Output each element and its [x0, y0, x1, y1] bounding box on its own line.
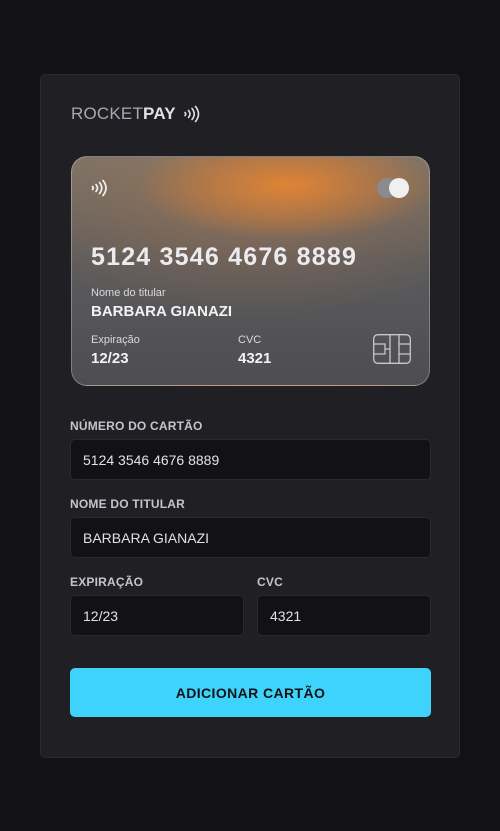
mastercard-icon — [377, 178, 411, 198]
cvc-caption: CVC — [238, 334, 262, 346]
card-number-input[interactable]: 5124 3546 4676 8889 — [70, 439, 431, 480]
holder-name-label: NOME DO TITULAR — [70, 497, 185, 511]
cvc-label: CVC — [257, 575, 283, 589]
contactless-icon — [90, 177, 110, 204]
logo-text-rocket: ROCKET — [71, 104, 144, 123]
rocketpay-logo: ROCKET PAY — [71, 103, 201, 125]
expiry-display: 12/23 — [91, 350, 129, 367]
credit-card-preview: 5124 3546 4676 8889 Nome do titular BARB… — [71, 156, 430, 386]
add-card-panel: ROCKET PAY 5124 3546 4676 8889 Nome do t… — [40, 74, 460, 758]
holder-display: BARBARA GIANAZI — [91, 303, 233, 320]
logo-text-pay: PAY — [143, 104, 176, 123]
holder-caption: Nome do titular — [91, 287, 166, 299]
expiry-label: EXPIRAÇÃO — [70, 575, 144, 589]
cvc-input-value: 4321 — [270, 607, 302, 624]
contactless-icon — [183, 104, 201, 124]
add-card-button[interactable]: ADICIONAR CARTÃO — [70, 668, 431, 717]
holder-name-input[interactable]: BARBARA GIANAZI — [70, 517, 431, 558]
card-number-label: NÚMERO DO CARTÃO — [70, 419, 203, 433]
expiry-input[interactable]: 12/23 — [70, 595, 244, 636]
holder-name-input-value: BARBARA GIANAZI — [83, 529, 210, 546]
expiry-input-value: 12/23 — [83, 607, 119, 624]
card-number-input-value: 5124 3546 4676 8889 — [83, 451, 220, 468]
card-number-display: 5124 3546 4676 8889 — [91, 243, 358, 271]
card-chip-icon — [373, 334, 411, 369]
cvc-display: 4321 — [238, 350, 272, 367]
expiry-caption: Expiração — [91, 334, 140, 346]
cvc-input[interactable]: 4321 — [257, 595, 431, 636]
